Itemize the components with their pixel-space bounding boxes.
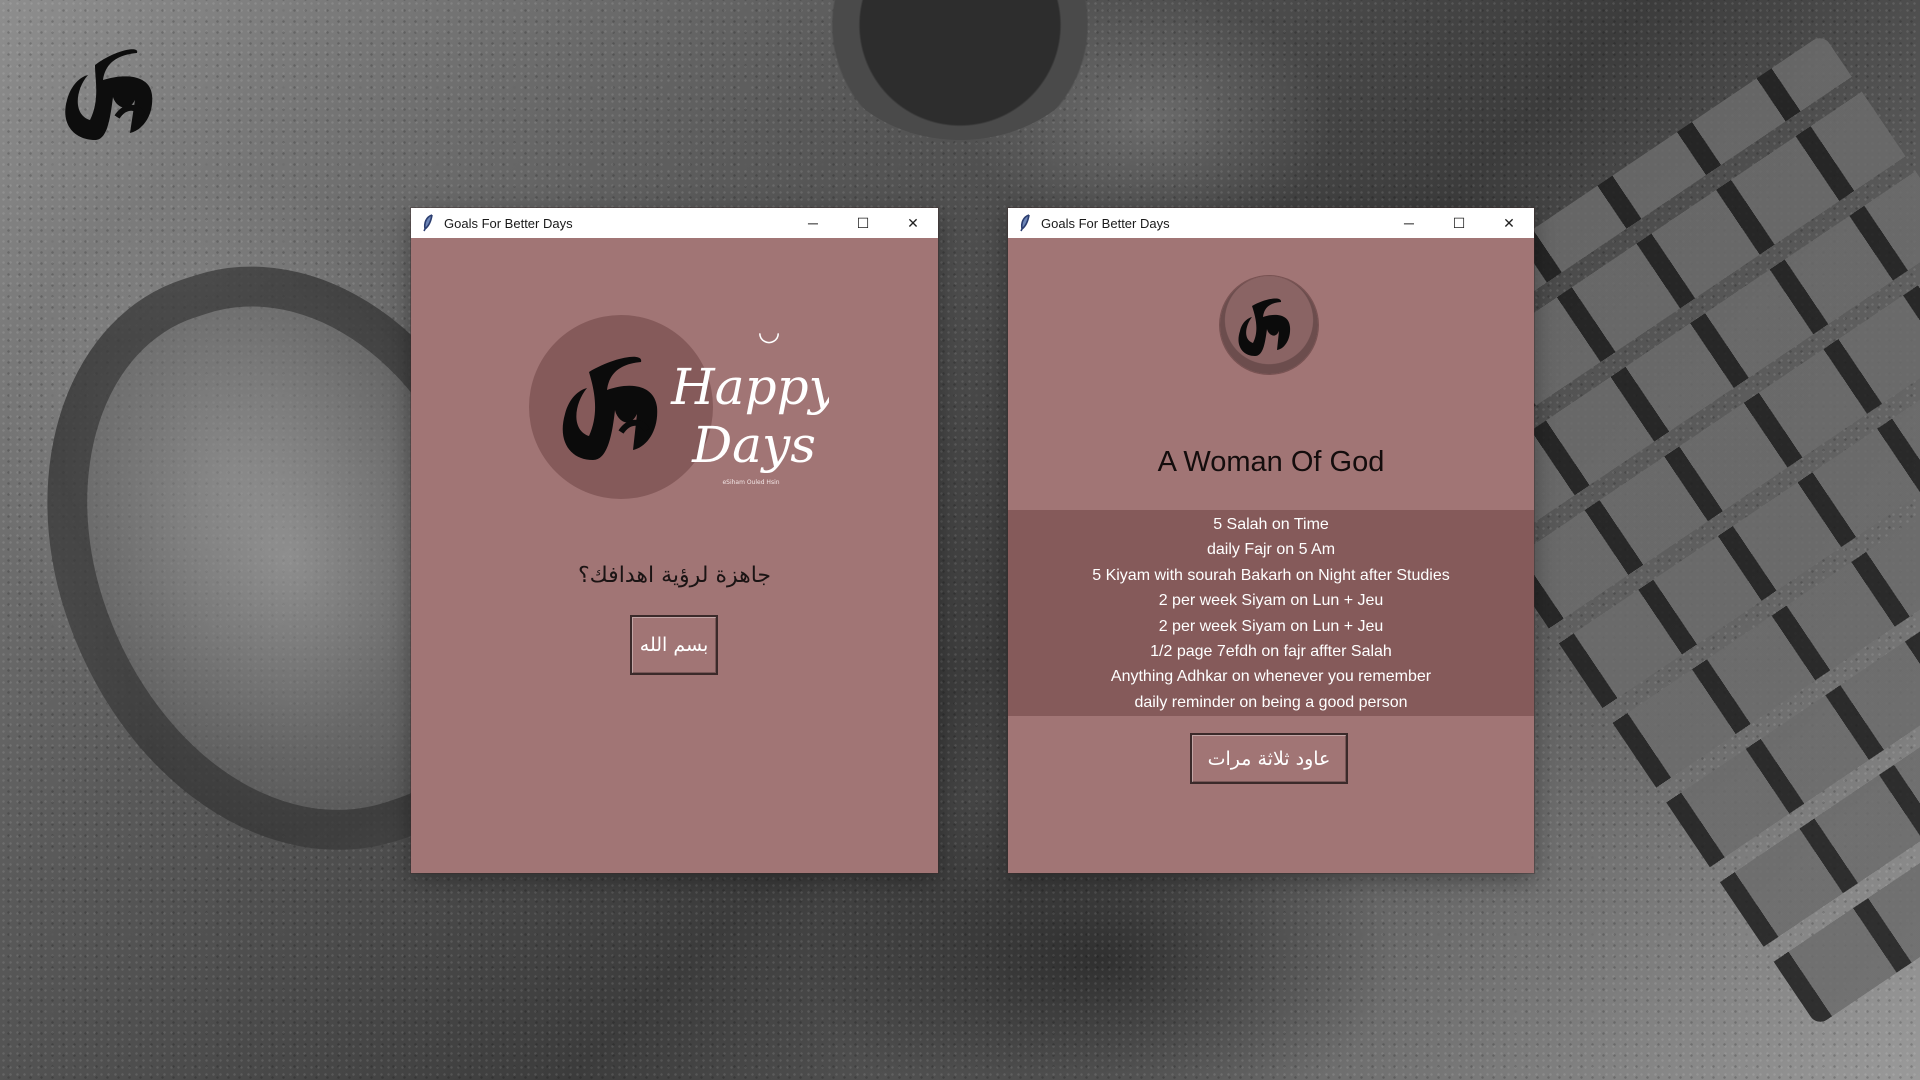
- close-icon[interactable]: ✕: [1484, 208, 1534, 238]
- goal-item: 5 Kiyam with sourah Bakarh on Night afte…: [1092, 566, 1450, 584]
- minimize-icon[interactable]: ─: [1384, 208, 1434, 238]
- desktop: Goals For Better Days ─ ☐ ✕ ◡ Happy Days…: [0, 0, 1920, 1080]
- window-content: ◡ Happy Days eSiham Ouled Hsin جاهزة لرؤ…: [411, 238, 938, 873]
- goal-item: 2 per week Siyam on Lun + Jeu: [1158, 592, 1384, 610]
- close-icon[interactable]: ✕: [888, 208, 938, 238]
- title-bar[interactable]: Goals For Better Days ─ ☐ ✕: [1008, 208, 1534, 238]
- background-texture: [0, 0, 1920, 1080]
- goal-category-heading: A Woman Of God: [1157, 446, 1385, 478]
- logo-days: Days: [691, 416, 816, 474]
- goal-item: Anything Adhkar on whenever you remember: [1110, 668, 1432, 686]
- arabic-calligraphy-logo-icon: [55, 45, 165, 175]
- logo-signature: eSiham Ouled Hsin: [722, 479, 779, 486]
- goal-item: 2 per week Siyam on Lun + Jeu: [1158, 617, 1384, 635]
- window-title: Goals For Better Days: [1041, 215, 1170, 231]
- goal-item: 1/2 page 7efdh on fajr affter Salah: [1150, 642, 1392, 660]
- logo-happy: Happy: [670, 358, 829, 416]
- happy-days-logo: ◡ Happy Days eSiham Ouled Hsin: [529, 312, 838, 502]
- goal-item: 5 Salah on Time: [1213, 516, 1329, 533]
- title-bar[interactable]: Goals For Better Days ─ ☐ ✕: [411, 208, 938, 238]
- ready-question: جاهزة لرؤية اهدافك؟: [577, 563, 772, 588]
- goals-window-list: Goals For Better Days ─ ☐ ✕ A Woman Of G…: [1008, 208, 1534, 873]
- maximize-icon[interactable]: ☐: [838, 208, 888, 238]
- window-title: Goals For Better Days: [444, 215, 573, 231]
- start-button[interactable]: بسم الله: [630, 615, 718, 675]
- goals-window-welcome: Goals For Better Days ─ ☐ ✕ ◡ Happy Days…: [411, 208, 938, 873]
- maximize-icon[interactable]: ☐: [1434, 208, 1484, 238]
- goals-list: 5 Salah on Time daily Fajr on 5 Am 5 Kiy…: [1008, 510, 1534, 716]
- feather-icon: [419, 214, 437, 232]
- logo-smiley: ◡: [758, 317, 781, 347]
- minimize-icon[interactable]: ─: [788, 208, 838, 238]
- window-content: A Woman Of God 5 Salah on Time daily Faj…: [1008, 238, 1534, 873]
- calligraphy-logo-icon: [1220, 276, 1318, 374]
- repeat-button[interactable]: عاود ثلاثة مرات: [1190, 733, 1348, 784]
- goal-item: daily reminder on being a good person: [1134, 693, 1408, 711]
- goal-item: daily Fajr on 5 Am: [1206, 541, 1336, 559]
- background-mug: [820, 0, 1100, 140]
- feather-icon: [1016, 214, 1034, 232]
